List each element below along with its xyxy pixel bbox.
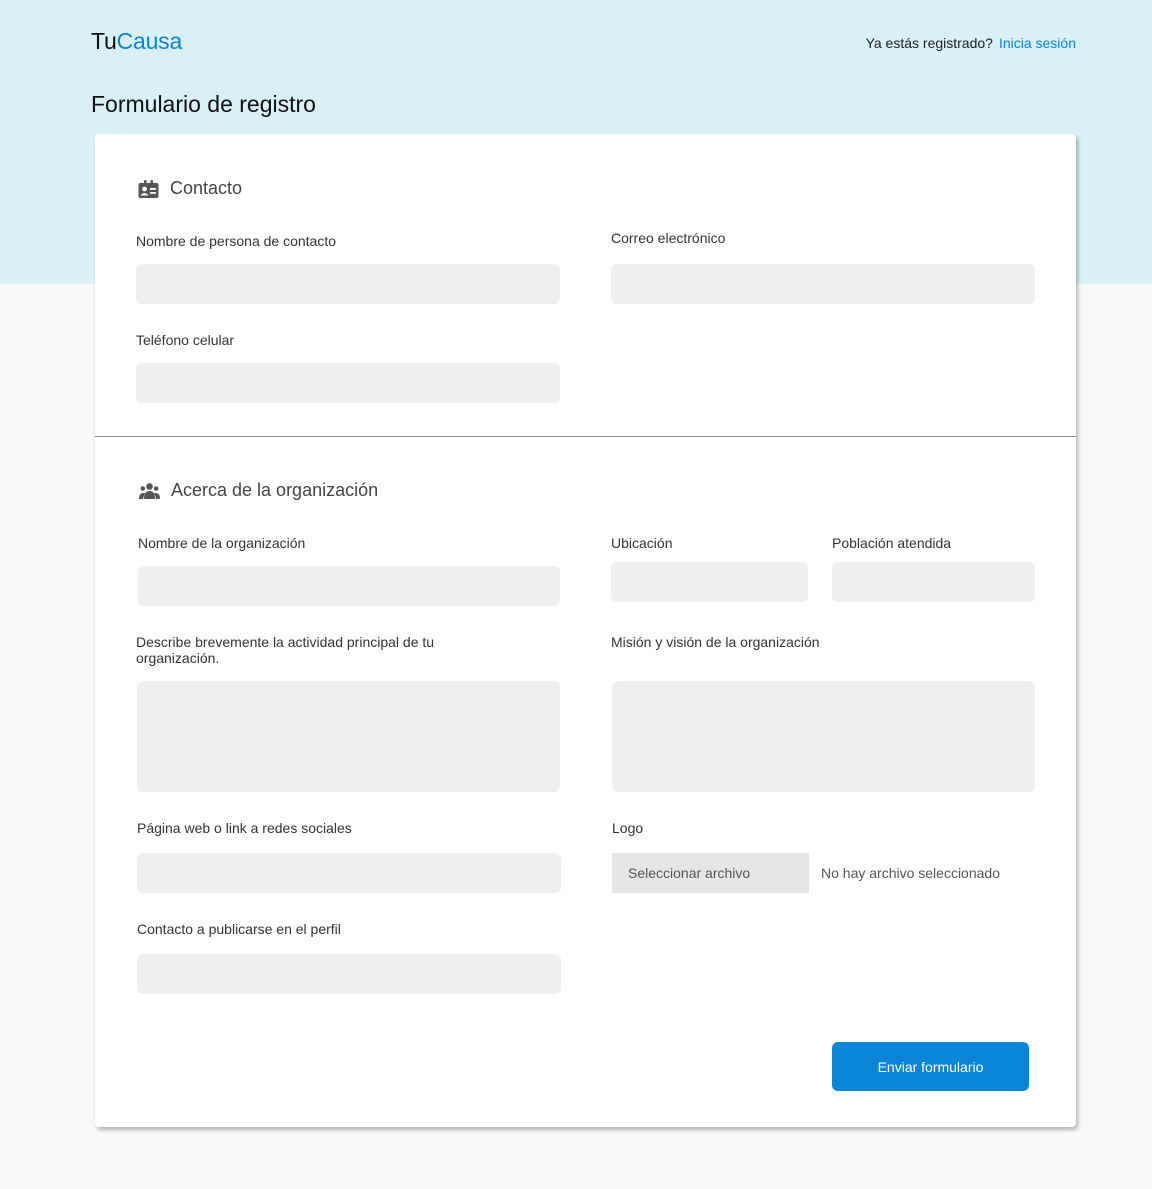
mission-label: Misión y visión de la organización (611, 634, 820, 650)
select-file-button[interactable]: Seleccionar archivo (612, 853, 809, 893)
brand-logo-part2: Causa (116, 28, 183, 54)
registration-form-card: Contacto Nombre de persona de contacto C… (95, 134, 1076, 1127)
location-label: Ubicación (611, 535, 673, 551)
page-title: Formulario de registro (91, 91, 316, 117)
contact-section-label: Contacto (170, 178, 243, 198)
org-name-input[interactable] (138, 566, 560, 606)
brand-logo-part1: Tu (91, 28, 117, 54)
group-icon (139, 483, 160, 499)
public-contact-label: Contacto a publicarse en el perfil (137, 921, 341, 937)
contact-card-icon (138, 179, 159, 198)
org-name-label: Nombre de la organización (138, 535, 306, 551)
file-status-text: No hay archivo seleccionado (821, 865, 1000, 881)
organization-section-title: Acerca de la organización (139, 480, 378, 501)
location-input[interactable] (611, 562, 808, 602)
phone-input[interactable] (136, 363, 560, 403)
website-input[interactable] (137, 853, 561, 893)
contact-name-input[interactable] (136, 264, 560, 304)
organization-section-label: Acerca de la organización (171, 480, 379, 500)
login-prompt: Ya estás registrado? Inicia sesión (866, 35, 1076, 51)
logo-label: Logo (612, 820, 644, 836)
contact-section-title: Contacto (138, 178, 242, 199)
population-label: Población atendida (832, 535, 952, 551)
mission-textarea[interactable] (612, 681, 1035, 792)
email-label: Correo electrónico (611, 230, 726, 246)
section-divider (95, 436, 1076, 437)
login-link[interactable]: Inicia sesión (999, 35, 1076, 51)
submit-form-button[interactable]: Enviar formulario (832, 1042, 1029, 1091)
activity-textarea[interactable] (137, 681, 560, 792)
phone-label: Teléfono celular (136, 332, 235, 348)
activity-label: Describe brevemente la actividad princip… (136, 634, 435, 666)
brand-logo[interactable]: TuCausa (91, 28, 182, 55)
public-contact-input[interactable] (137, 954, 561, 994)
population-input[interactable] (832, 562, 1035, 602)
website-label: Página web o link a redes sociales (137, 820, 352, 836)
email-input[interactable] (611, 264, 1035, 304)
login-prompt-text: Ya estás registrado? (865, 35, 993, 51)
contact-name-label: Nombre de persona de contacto (136, 233, 337, 249)
